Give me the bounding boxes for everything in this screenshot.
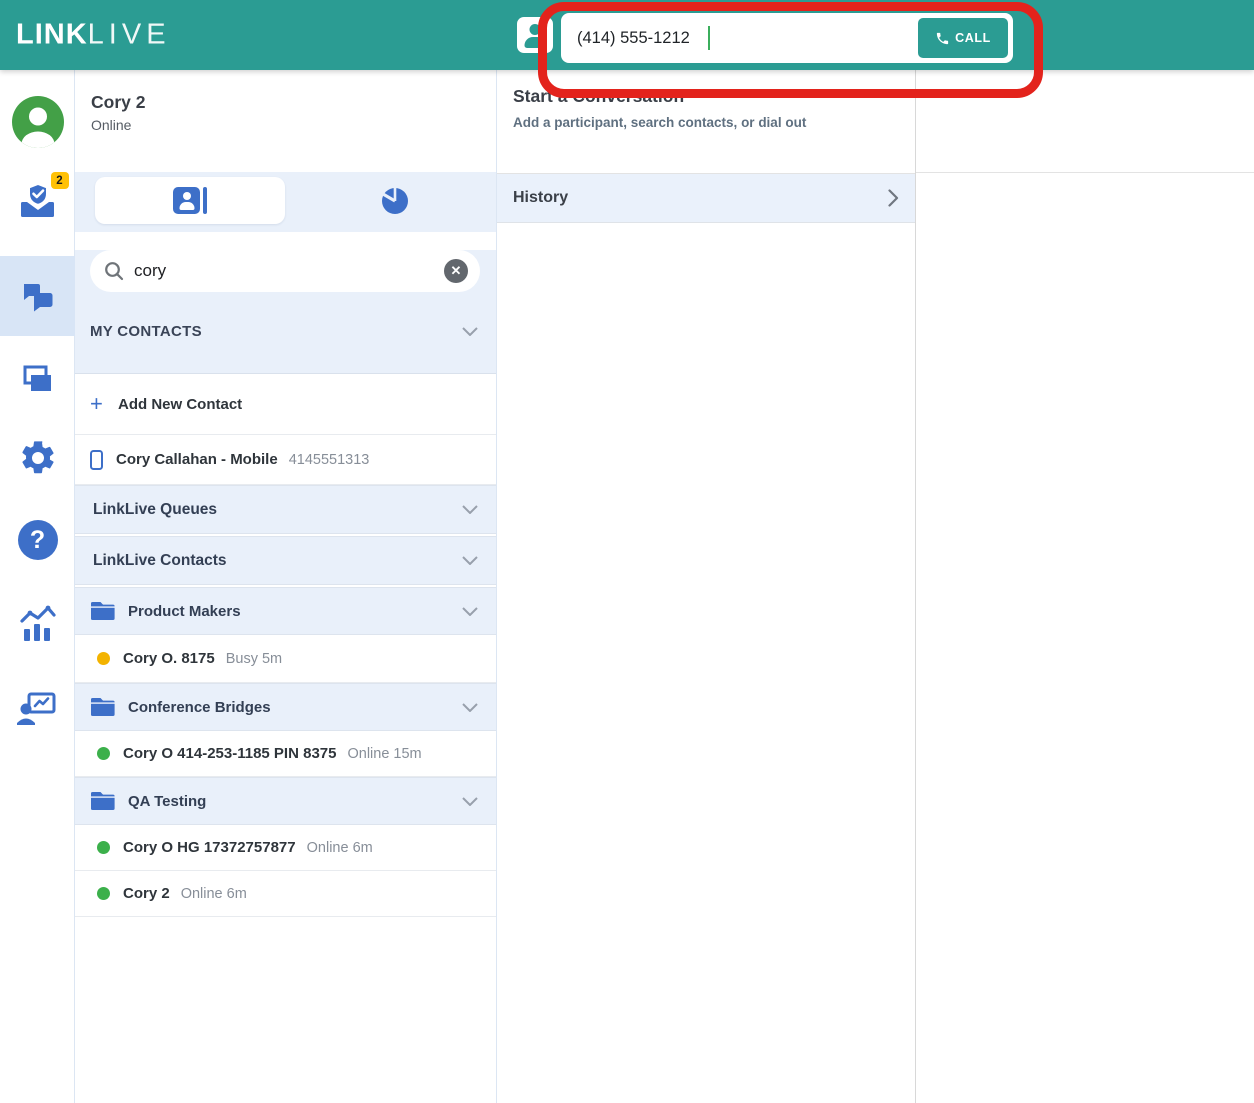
history-label: History (513, 189, 888, 207)
presence-online-dot (97, 887, 110, 900)
logo-light: LIVE (88, 19, 171, 51)
contact-row-cory-o-8175[interactable]: Cory O. 8175 Busy 5m (75, 635, 496, 683)
contact-card-head (530, 24, 541, 35)
presence-status: Online 6m (181, 886, 247, 902)
folder-icon (91, 696, 116, 718)
settings-gear-icon (18, 438, 58, 478)
pie-chart-icon (379, 185, 411, 217)
app-header: LINKLIVE CALL (0, 0, 1254, 70)
analytics-icon (15, 602, 61, 648)
contact-name: Cory Callahan - Mobile (116, 451, 278, 468)
avatar-icon (12, 96, 64, 148)
folder-icon (91, 790, 116, 812)
my-contacts-header[interactable]: MY CONTACTS (75, 308, 496, 354)
contact-name: Cory O HG 17372757877 (123, 839, 296, 856)
search-icon (104, 261, 124, 281)
text-caret (708, 26, 710, 50)
contacts-search-field[interactable]: ✕ (90, 250, 480, 292)
presence-status: Online 15m (347, 746, 421, 762)
presence-busy-dot (97, 652, 110, 665)
contact-row-conference-bridge[interactable]: Cory O 414-253-1185 PIN 8375 Online 15m (75, 731, 496, 777)
current-user-name: Cory 2 (91, 92, 480, 113)
contact-row-cory-2[interactable]: Cory 2 Online 6m (75, 871, 496, 917)
chevron-down-icon (462, 797, 478, 806)
section-label: LinkLive Queues (93, 501, 462, 519)
contact-row-cory-o-hg[interactable]: Cory O HG 17372757877 Online 6m (75, 825, 496, 871)
group-conference-bridges[interactable]: Conference Bridges (75, 683, 496, 731)
chevron-down-icon (462, 505, 478, 514)
call-button-label: CALL (955, 31, 991, 45)
contact-book-icon (173, 187, 207, 214)
contact-name: Cory 2 (123, 885, 170, 902)
contacts-tab-bar (75, 172, 496, 232)
presence-status: Busy 5m (226, 651, 282, 667)
linklive-app: LINKLIVE CALL (0, 0, 1254, 1103)
group-product-makers[interactable]: Product Makers (75, 587, 496, 635)
contact-row-cory-callahan[interactable]: Cory Callahan - Mobile 4145551313 (75, 435, 496, 485)
current-user-header: Cory 2 Online (75, 70, 496, 172)
contact-card-body (525, 37, 546, 48)
current-user-status: Online (91, 117, 480, 133)
group-label: Product Makers (128, 603, 462, 620)
chevron-down-icon (462, 556, 478, 565)
call-button[interactable]: CALL (918, 18, 1008, 58)
mobile-phone-icon (90, 450, 103, 470)
sidebar-item-analytics[interactable] (0, 602, 75, 648)
navigation-rail: 2 ? (0, 70, 75, 1103)
chevron-down-icon (462, 703, 478, 712)
phone-icon (935, 31, 950, 46)
presence-online-dot (97, 841, 110, 854)
contacts-search-section: ✕ MY CONTACTS (75, 250, 496, 374)
contact-card-icon[interactable] (517, 17, 553, 53)
tab-contacts[interactable] (95, 177, 285, 224)
my-contacts-label: MY CONTACTS (90, 323, 462, 340)
contact-phone-number: 4145551313 (289, 452, 370, 468)
section-linklive-queues[interactable]: LinkLive Queues (75, 485, 496, 534)
logo-bold: LINK (16, 19, 88, 51)
sidebar-item-inbox[interactable]: 2 (0, 178, 75, 229)
section-linklive-contacts[interactable]: LinkLive Contacts (75, 536, 496, 585)
tab-reports[interactable] (315, 177, 475, 224)
presence-status: Online 6m (307, 840, 373, 856)
group-qa-testing[interactable]: QA Testing (75, 777, 496, 825)
conversations-icon (16, 274, 60, 318)
conversation-header: Start a Conversation Add a participant, … (497, 70, 915, 173)
contact-name: Cory O 414-253-1185 PIN 8375 (123, 745, 336, 762)
sidebar-item-conversations[interactable] (0, 274, 75, 318)
help-icon: ? (18, 520, 58, 560)
chevron-down-icon (462, 607, 478, 616)
folder-icon (91, 600, 116, 622)
conversation-subtitle: Add a participant, search contacts, or d… (513, 115, 899, 130)
section-label: LinkLive Contacts (93, 552, 462, 570)
sidebar-item-help[interactable]: ? (0, 520, 75, 560)
history-row[interactable]: History (497, 173, 915, 223)
sidebar-item-workspaces[interactable] (0, 358, 75, 402)
sidebar-item-coaching[interactable] (0, 686, 75, 732)
clear-search-icon[interactable]: ✕ (444, 259, 468, 283)
conversation-panel: Start a Conversation Add a participant, … (497, 70, 916, 1103)
contacts-search-input[interactable] (134, 261, 444, 281)
presence-online-dot (97, 747, 110, 760)
contacts-panel: Cory 2 Online (75, 70, 497, 1103)
contact-name: Cory O. 8175 (123, 650, 215, 667)
workspaces-icon (16, 358, 60, 402)
group-label: Conference Bridges (128, 699, 462, 716)
dial-out-field-group: CALL (561, 13, 1013, 63)
chevron-down-icon (462, 327, 478, 336)
conversation-title: Start a Conversation (513, 86, 899, 107)
coaching-monitor-icon (15, 686, 61, 732)
group-label: QA Testing (128, 793, 462, 810)
chevron-right-icon (888, 189, 899, 207)
unread-badge: 2 (51, 172, 69, 189)
add-new-contact-button[interactable]: + Add New Contact (75, 374, 496, 435)
plus-icon: + (90, 391, 118, 417)
add-contact-label: Add New Contact (118, 396, 242, 413)
sidebar-item-settings[interactable] (0, 438, 75, 478)
divider (916, 172, 1254, 173)
linklive-logo: LINKLIVE (16, 19, 171, 52)
sidebar-item-profile[interactable] (0, 96, 75, 148)
